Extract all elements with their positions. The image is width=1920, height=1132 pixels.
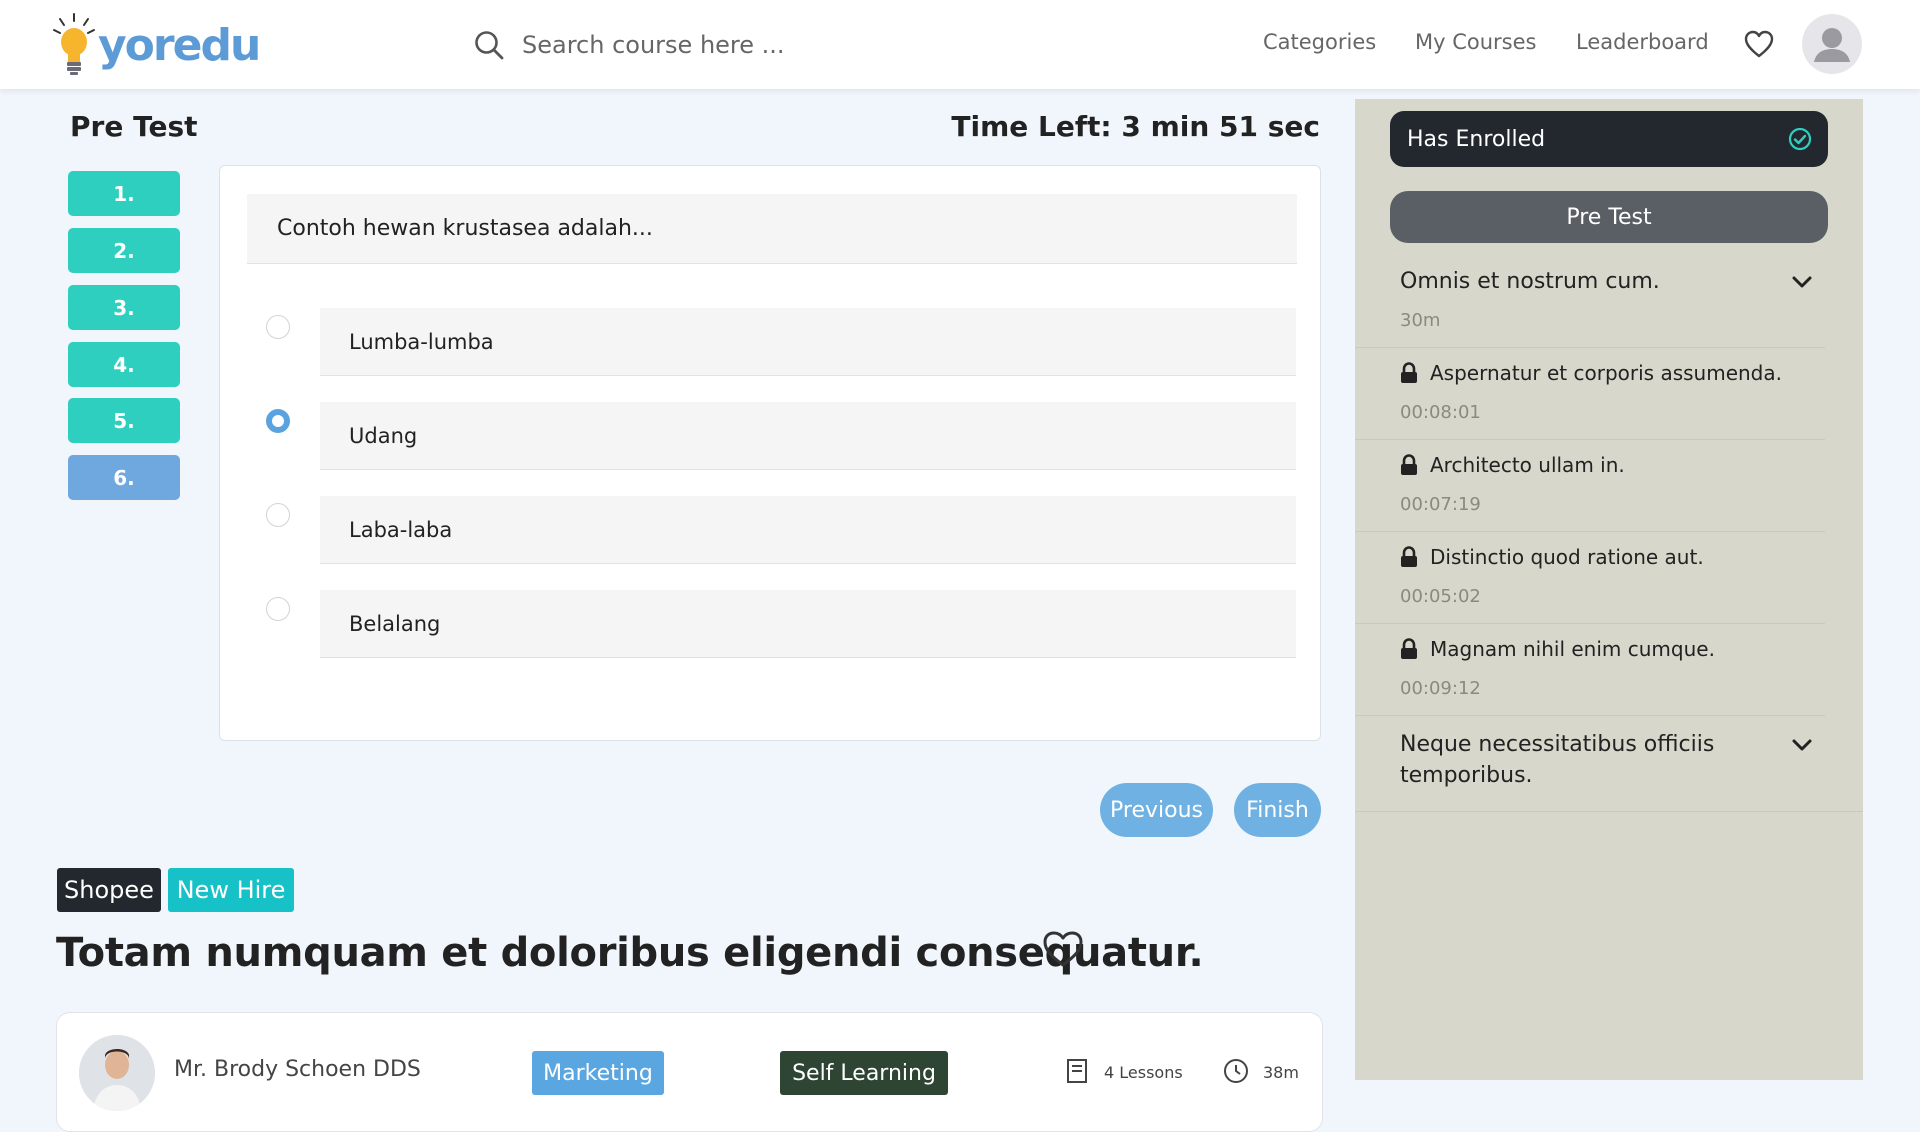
lock-icon: [1401, 362, 1417, 383]
nav-my-courses[interactable]: My Courses: [1415, 30, 1536, 54]
has-enrolled-label: Has Enrolled: [1407, 126, 1546, 152]
lesson-duration: 00:08:01: [1400, 402, 1481, 423]
option-3[interactable]: Laba-laba: [320, 496, 1296, 564]
check-circle-icon: [1788, 127, 1812, 151]
lesson-item-1[interactable]: Aspernatur et corporis assumenda.: [1400, 361, 1782, 385]
favorite-heart-icon[interactable]: [1042, 930, 1084, 968]
quiz-title: Pre Test: [70, 110, 198, 143]
finish-button[interactable]: Finish: [1234, 783, 1321, 837]
time-left: Time Left: 3 min 51 sec: [951, 110, 1320, 143]
course-duration: 38m: [1263, 1063, 1299, 1082]
question-card: Contoh hewan krustasea adalah... Lumba-l…: [219, 165, 1321, 741]
user-icon: [1814, 28, 1850, 62]
lesson-duration: 00:09:12: [1400, 678, 1481, 699]
lock-icon: [1401, 638, 1417, 659]
lock-icon: [1401, 454, 1417, 475]
pre-test-button[interactable]: Pre Test: [1390, 191, 1828, 243]
divider: [1355, 715, 1825, 716]
divider: [1355, 347, 1825, 348]
option-radio-3[interactable]: [266, 503, 290, 527]
search-input[interactable]: [522, 24, 942, 66]
type-chip: Self Learning: [780, 1051, 948, 1095]
section-duration: 30m: [1400, 310, 1441, 331]
question-number-4[interactable]: 4.: [68, 342, 180, 387]
option-4[interactable]: Belalang: [320, 590, 1296, 658]
user-avatar[interactable]: [1802, 14, 1862, 74]
section-title-line2: temporibus.: [1400, 763, 1533, 788]
heart-icon[interactable]: [1744, 30, 1774, 58]
instructor-name: Mr. Brody Schoen DDS: [174, 1057, 421, 1082]
section-omnis[interactable]: Omnis et nostrum cum.: [1355, 269, 1863, 294]
section-neque[interactable]: Neque necessitatibus officiis temporibus…: [1355, 729, 1863, 791]
lesson-item-4[interactable]: Magnam nihil enim cumque.: [1400, 637, 1715, 661]
tag-new-hire: New Hire: [168, 868, 294, 912]
lesson-title: Aspernatur et corporis assumenda.: [1430, 361, 1782, 385]
course-sidebar: Has Enrolled Pre Test Omnis et nostrum c…: [1355, 99, 1863, 1080]
previous-button[interactable]: Previous: [1100, 783, 1213, 837]
nav-categories[interactable]: Categories: [1263, 30, 1376, 54]
option-1[interactable]: Lumba-lumba: [320, 308, 1296, 376]
course-info-card: Mr. Brody Schoen DDS Marketing Self Lear…: [56, 1012, 1323, 1132]
section-title-line1: Neque necessitatibus officiis: [1400, 732, 1715, 757]
option-radio-2[interactable]: [266, 409, 290, 433]
logo[interactable]: yoredu: [52, 12, 261, 78]
lesson-duration: 00:05:02: [1400, 586, 1481, 607]
instructor-avatar: [79, 1035, 155, 1111]
lesson-item-2[interactable]: Architecto ullam in.: [1400, 453, 1625, 477]
top-navbar: yoredu Categories My Courses Leaderboard: [0, 0, 1920, 89]
option-radio-1[interactable]: [266, 315, 290, 339]
question-number-3[interactable]: 3.: [68, 285, 180, 330]
divider: [1355, 623, 1825, 624]
option-2[interactable]: Udang: [320, 402, 1296, 470]
question-number-5[interactable]: 5.: [68, 398, 180, 443]
section-title: Omnis et nostrum cum.: [1400, 269, 1660, 294]
logo-text: yoredu: [98, 19, 261, 71]
question-number-2[interactable]: 2.: [68, 228, 180, 273]
course-title: Totam numquam et doloribus eligendi cons…: [56, 930, 1204, 976]
lesson-duration: 00:07:19: [1400, 494, 1481, 515]
lessons-count: 4 Lessons: [1104, 1063, 1183, 1082]
lesson-item-3[interactable]: Distinctio quod ratione aut.: [1400, 545, 1704, 569]
question-number-6[interactable]: 6.: [68, 455, 180, 500]
question-text: Contoh hewan krustasea adalah...: [247, 194, 1297, 264]
instructor-photo-icon: [79, 1035, 155, 1111]
search-icon[interactable]: [474, 30, 504, 60]
chevron-down-icon: [1792, 739, 1812, 751]
clock-icon: [1224, 1059, 1248, 1083]
lesson-title: Architecto ullam in.: [1430, 453, 1625, 477]
lessons-icon: [1067, 1059, 1087, 1083]
lesson-title: Magnam nihil enim cumque.: [1430, 637, 1715, 661]
divider: [1355, 439, 1825, 440]
tag-shopee: Shopee: [57, 868, 161, 912]
question-number-1[interactable]: 1.: [68, 171, 180, 216]
has-enrolled-badge: Has Enrolled: [1390, 111, 1828, 167]
lesson-title: Distinctio quod ratione aut.: [1430, 545, 1704, 569]
nav-leaderboard[interactable]: Leaderboard: [1576, 30, 1709, 54]
option-radio-4[interactable]: [266, 597, 290, 621]
category-chip: Marketing: [532, 1051, 664, 1095]
lock-icon: [1401, 546, 1417, 567]
chevron-down-icon: [1792, 276, 1812, 288]
divider: [1355, 811, 1863, 812]
lightbulb-icon: [53, 13, 95, 75]
divider: [1355, 531, 1825, 532]
